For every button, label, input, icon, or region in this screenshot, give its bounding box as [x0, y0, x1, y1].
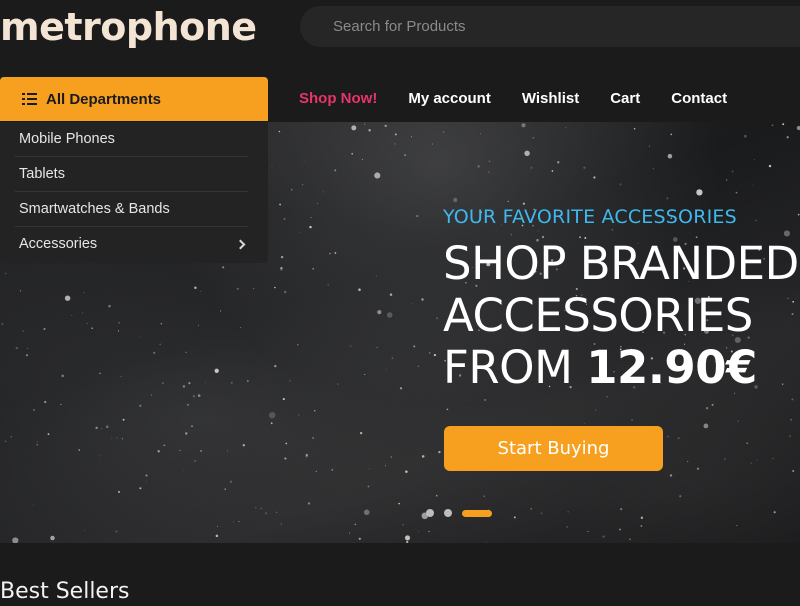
dept-item-tablets[interactable]: Tablets	[15, 157, 248, 192]
dept-item-label: Tablets	[19, 166, 65, 182]
chevron-right-icon	[235, 239, 246, 249]
search-input[interactable]	[331, 17, 800, 36]
start-buying-button[interactable]: Start Buying	[444, 426, 663, 471]
main-nav: Shop Now! My account Wishlist Cart Conta…	[299, 88, 758, 110]
hero-eyebrow: YOUR FAVORITE ACCESSORIES	[443, 206, 737, 228]
list-icon	[22, 93, 37, 105]
slide-dot-2[interactable]	[444, 509, 452, 517]
nav-my-account[interactable]: My account	[408, 88, 491, 110]
slide-dot-1[interactable]	[426, 509, 434, 517]
nav-shop-now[interactable]: Shop Now!	[299, 88, 377, 110]
dept-item-smartwatches-bands[interactable]: Smartwatches & Bands	[15, 192, 248, 227]
dept-item-label: Mobile Phones	[19, 131, 115, 147]
dept-item-accessories[interactable]: Accessories	[15, 227, 248, 263]
search-bar[interactable]	[300, 6, 800, 47]
dept-item-label: Smartwatches & Bands	[19, 201, 170, 217]
best-sellers-title: Best Sellers	[0, 579, 130, 604]
site-logo[interactable]: metrophone	[0, 4, 257, 50]
departments-menu: Mobile Phones Tablets Smartwatches & Ban…	[0, 122, 268, 263]
slide-dot-3-active[interactable]	[462, 509, 492, 517]
hero-from-text: FROM	[443, 341, 573, 394]
nav-cart[interactable]: Cart	[610, 88, 640, 110]
nav-wishlist[interactable]: Wishlist	[522, 88, 579, 110]
hero-headline-line1: SHOP BRANDED	[443, 237, 799, 290]
hero-headline-line2: ACCESSORIES	[443, 289, 753, 342]
best-sellers-section: Best Sellers	[0, 543, 800, 604]
dept-item-mobile-phones[interactable]: Mobile Phones	[15, 122, 248, 157]
dept-item-label: Accessories	[19, 236, 98, 252]
hero-headline-line3: FROM 12.90€	[443, 342, 799, 394]
slider-pagination	[426, 509, 492, 517]
site-header: metrophone All Departments Shop Now! My …	[0, 0, 800, 122]
hero-price: 12.90€	[586, 341, 757, 394]
hero-copy: YOUR FAVORITE ACCESSORIES SHOP BRANDED A…	[443, 204, 799, 394]
nav-contact[interactable]: Contact	[671, 88, 727, 110]
all-departments-button[interactable]: All Departments	[0, 77, 268, 121]
hero-headline: SHOP BRANDED ACCESSORIES FROM 12.90€	[443, 238, 799, 394]
all-departments-label: All Departments	[46, 90, 162, 108]
hero-banner: Mobile Phones Tablets Smartwatches & Ban…	[0, 122, 800, 543]
